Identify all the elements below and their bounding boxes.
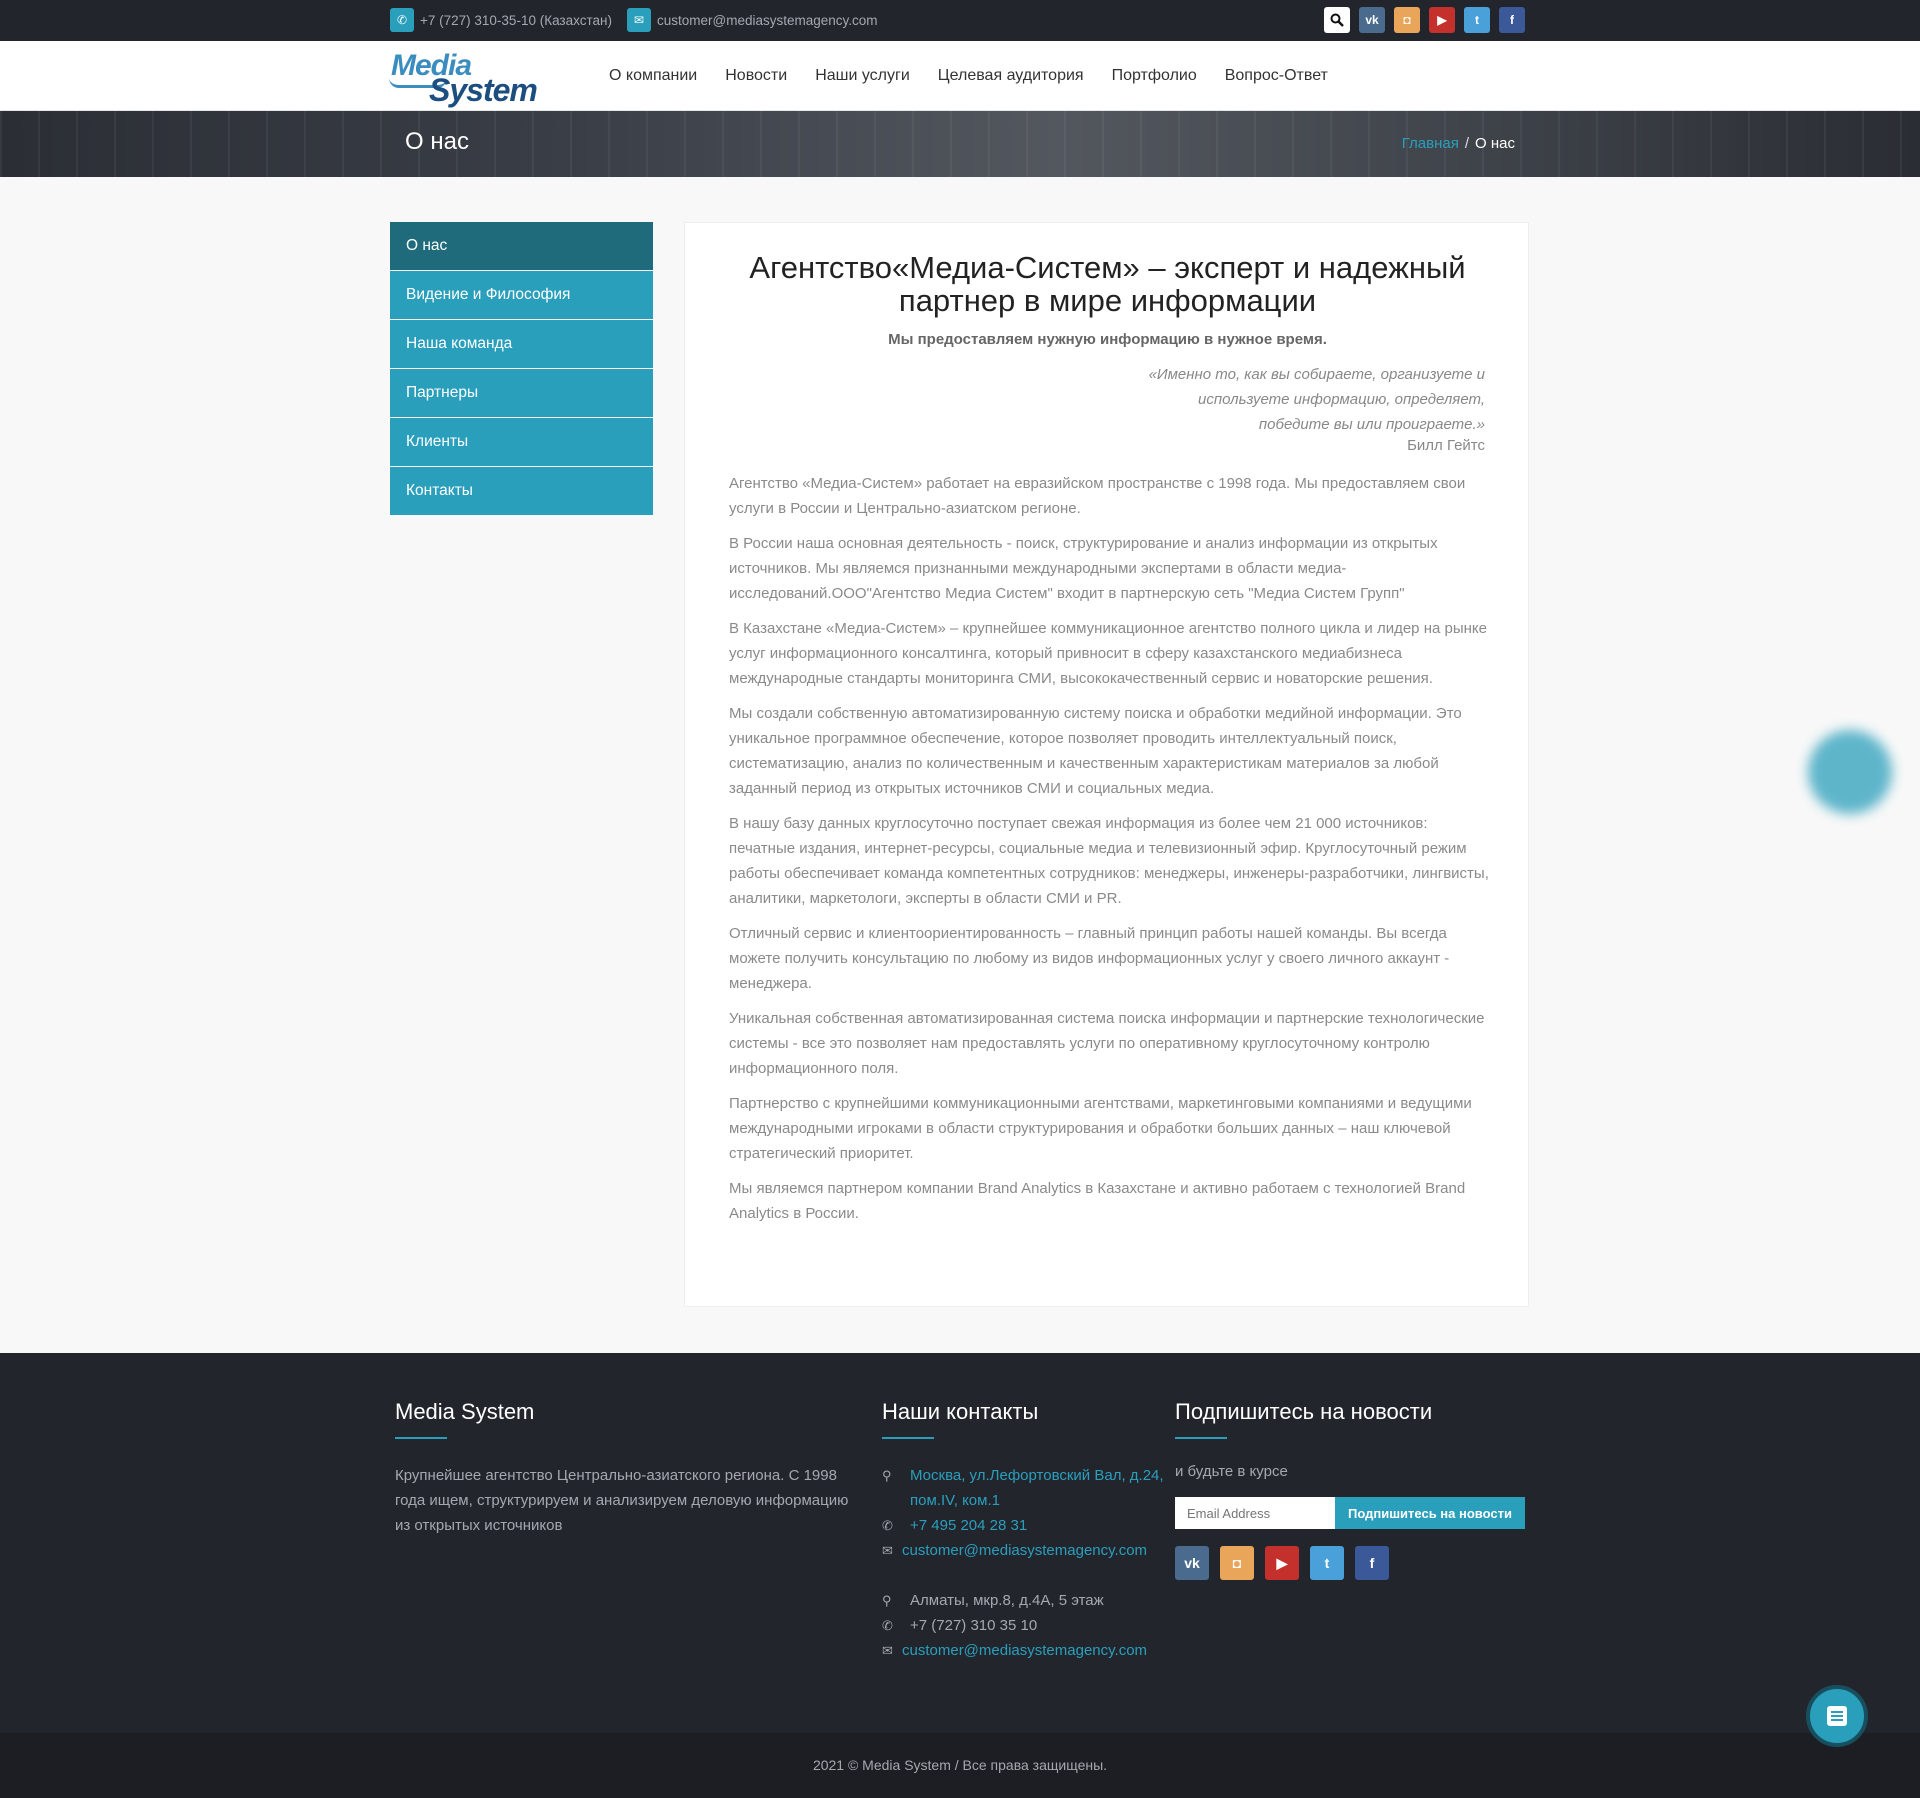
subscribe-button[interactable]: Подпишитесь на новости [1335,1497,1525,1529]
nav-faq[interactable]: Вопрос-Ответ [1225,67,1328,85]
logo[interactable]: Media System [389,49,571,108]
vk-icon[interactable]: vk [1359,7,1385,33]
facebook-icon[interactable]: f [1355,1546,1389,1580]
subscribe-text: и будьте в курсе [1175,1463,1288,1480]
map-marker-icon: ⚲ [882,1593,892,1608]
footer-subscribe-title: Подпишитесь на новости [1175,1399,1433,1424]
facebook-icon[interactable]: f [1499,7,1525,33]
chat-button[interactable] [1806,1685,1868,1747]
sidebar-item-team[interactable]: Наша команда [390,320,653,368]
site-footer: Media System Крупнейшее агентство Центра… [0,1353,1920,1733]
moscow-address-row: ⚲ Москва, ул.Лефортовский Вал, д.24, пом… [882,1463,1172,1513]
sidebar-item-contacts[interactable]: Контакты [390,467,653,515]
moscow-phone-row: ✆ +7 495 204 28 31 [882,1513,1172,1538]
site-header: Media System О компании Новости Наши усл… [0,41,1920,111]
paragraph: Агентство «Медиа-Систем» работает на евр… [729,475,1466,517]
envelope-icon: ✉ [882,1543,893,1558]
moscow-email[interactable]: customer@mediasystemagency.com [902,1538,1147,1563]
vk-icon[interactable]: vk [1175,1546,1209,1580]
email-text[interactable]: customer@mediasystemagency.com [657,13,878,28]
paragraph: Уникальная собственная автоматизированна… [729,1010,1485,1077]
breadcrumb-current: О нас [1475,135,1515,152]
content-body: Агентство «Медиа-Систем» работает на евр… [729,471,1489,1236]
email-input[interactable] [1175,1497,1335,1529]
footer-subscribe-underline [1175,1437,1227,1439]
content-card: Агентство«Медиа-Систем» – эксперт и наде… [684,222,1529,1307]
nav-portfolio[interactable]: Портфолио [1112,67,1197,85]
phone-icon: ✆ [882,1618,893,1633]
footer-about-title: Media System [395,1399,535,1424]
youtube-icon[interactable]: ▶ [1265,1546,1299,1580]
map-marker-icon: ⚲ [882,1468,892,1483]
sidebar-item-vision[interactable]: Видение и Философия [390,271,653,319]
content-heading: Агентство«Медиа-Систем» – эксперт и наде… [749,250,1466,318]
nav-about[interactable]: О компании [609,67,697,85]
footer-about-text: Крупнейшее агентство Центрально-азиатско… [395,1467,849,1534]
footer-subscribe: и будьте в курсе Подпишитесь на новости … [1175,1463,1525,1580]
page-title: О нас [405,128,469,155]
almaty-address-row: ⚲ Алматы, мкр.8, д.4А, 5 этаж [882,1588,1172,1613]
almaty-email[interactable]: customer@mediasystemagency.com [902,1638,1147,1663]
copyright: 2021 © Media System / Все права защищены… [0,1733,1920,1798]
paragraph: Мы являемся партнером компании Brand Ana… [729,1180,1466,1222]
footer-contacts: ⚲ Москва, ул.Лефортовский Вал, д.24, пом… [882,1463,1172,1663]
logo-text-system: System [429,72,538,108]
content-lead: Мы предоставляем нужную информацию в нуж… [888,331,1327,348]
phone-icon: ✆ [390,8,414,32]
nav-audience[interactable]: Целевая аудитория [938,67,1084,85]
quote-author: Билл Гейтс [1407,437,1485,454]
quote-text: «Именно то, как вы собираете, организует… [1148,366,1485,433]
footer-about-underline [395,1437,447,1439]
instagram-icon[interactable]: ◘ [1220,1546,1254,1580]
subscribe-form: Подпишитесь на новости [1175,1497,1525,1529]
paragraph: В России наша основная деятельность - по… [729,535,1438,602]
main-nav: О компании Новости Наши услуги Целевая а… [609,41,1328,111]
sidebar-item-partners[interactable]: Партнеры [390,369,653,417]
paragraph: Партнерство с крупнейшими коммуникационн… [729,1095,1472,1162]
email-contact[interactable]: ✉ customer@mediasystemagency.com [627,8,878,32]
footer-contacts-underline [882,1437,934,1439]
almaty-address: Алматы, мкр.8, д.4А, 5 этаж [910,1592,1104,1609]
envelope-icon: ✉ [882,1643,893,1658]
paragraph: В нашу базу данных круглосуточно поступа… [729,815,1489,907]
paragraph: Мы создали собственную автоматизированну… [729,705,1462,797]
almaty-phone-row: ✆ +7 (727) 310 35 10 [882,1613,1172,1638]
top-social-links: vk ◘ ▶ t f [1324,7,1525,33]
contacts-spacer [882,1563,1172,1588]
moscow-address[interactable]: Москва, ул.Лефортовский Вал, д.24, пом.I… [910,1463,1172,1513]
breadcrumb: Главная / О нас [1402,135,1515,152]
page-title-band: О нас Главная / О нас [0,111,1920,177]
breadcrumb-home[interactable]: Главная [1402,135,1459,152]
sidebar-item-clients[interactable]: Клиенты [390,418,653,466]
sidebar-menu: О нас Видение и Философия Наша команда П… [390,222,653,516]
youtube-icon[interactable]: ▶ [1429,7,1455,33]
paragraph: Отличный сервис и клиентоориентированнос… [729,925,1450,992]
instagram-icon[interactable]: ◘ [1394,7,1420,33]
footer-contacts-title: Наши контакты [882,1399,1039,1424]
breadcrumb-separator: / [1464,135,1470,152]
nav-news[interactable]: Новости [725,67,787,85]
paragraph: В Казахстане «Медиа-Систем» – крупнейшее… [729,620,1487,687]
sidebar-item-about[interactable]: О нас [390,222,653,270]
top-bar: ✆ +7 (727) 310-35-10 (Казахстан) ✉ custo… [0,0,1920,41]
chat-icon [1827,1706,1847,1726]
floating-widget-button[interactable] [1808,730,1892,814]
footer-social-links: vk ◘ ▶ t f [1175,1546,1389,1580]
phone-contact[interactable]: ✆ +7 (727) 310-35-10 (Казахстан) [390,8,612,32]
twitter-icon[interactable]: t [1310,1546,1344,1580]
phone-text[interactable]: +7 (727) 310-35-10 (Казахстан) [420,13,612,28]
phone-icon: ✆ [882,1518,893,1533]
envelope-icon: ✉ [627,8,651,32]
twitter-icon[interactable]: t [1464,7,1490,33]
moscow-email-row: ✉ customer@mediasystemagency.com [882,1538,1172,1563]
moscow-phone[interactable]: +7 495 204 28 31 [910,1513,1027,1538]
search-icon[interactable] [1324,7,1350,33]
nav-services[interactable]: Наши услуги [815,67,910,85]
almaty-email-row: ✉ customer@mediasystemagency.com [882,1638,1172,1663]
almaty-phone: +7 (727) 310 35 10 [910,1617,1038,1634]
